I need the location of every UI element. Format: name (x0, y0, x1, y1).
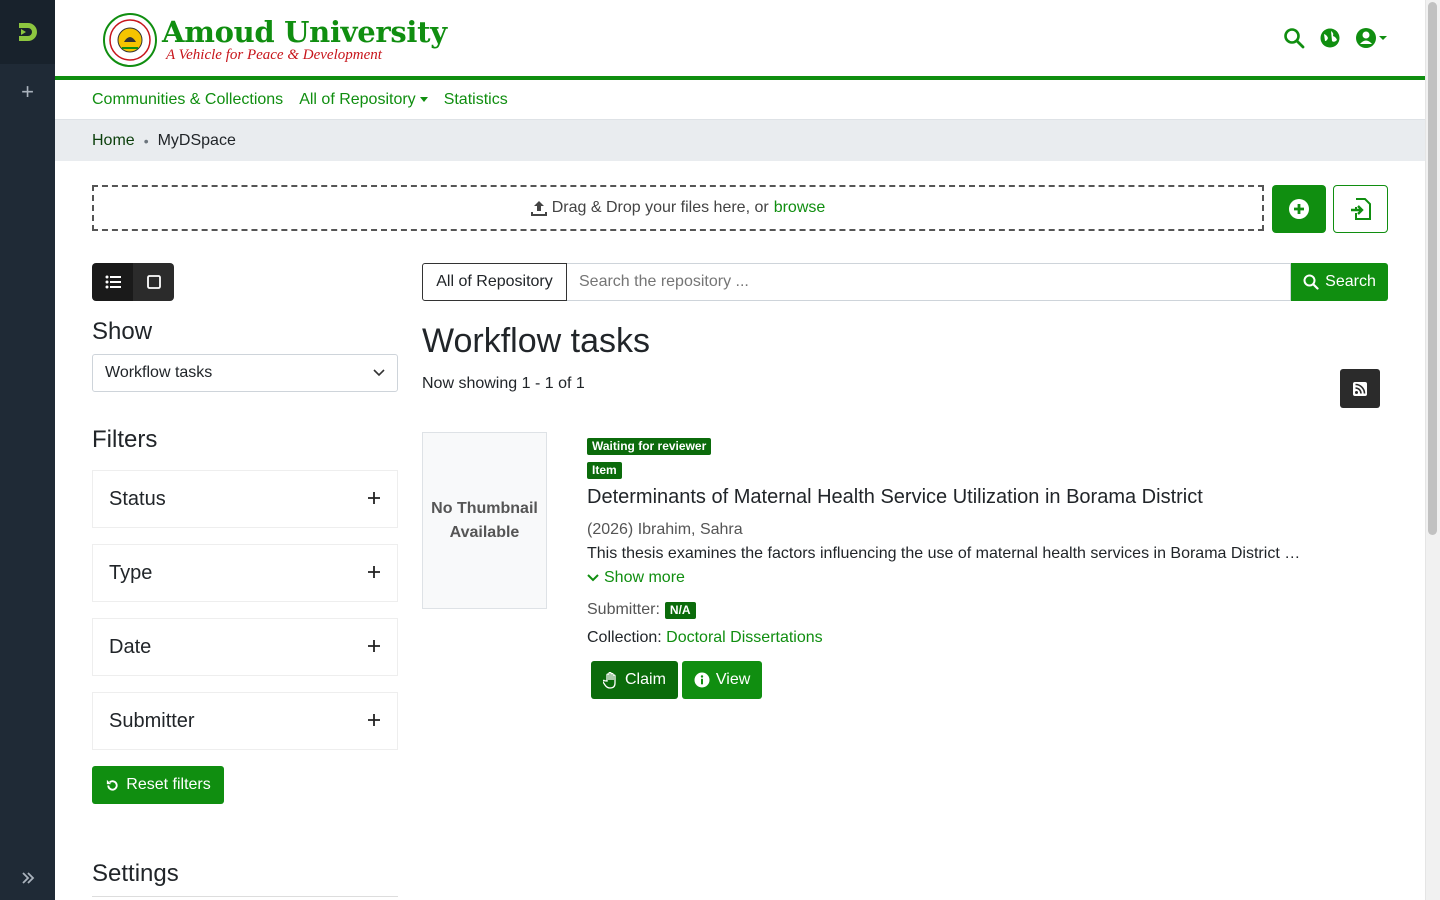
hand-icon (603, 671, 616, 689)
rss-icon (1353, 381, 1367, 396)
scrollbar-thumb[interactable] (1428, 2, 1437, 535)
search-button[interactable]: Search (1291, 263, 1388, 301)
logo-subtitle: A Vehicle for Peace & Development (166, 47, 382, 63)
upload-icon (530, 201, 547, 216)
dspace-logo-icon[interactable] (0, 0, 55, 64)
search-icon[interactable] (1283, 27, 1305, 49)
submitter-badge: N/A (664, 601, 696, 619)
site-header: Amoud University A Vehicle for Peace & D… (55, 0, 1425, 80)
facet-submitter[interactable]: Submitter (92, 692, 398, 750)
new-submission-button[interactable] (1272, 185, 1326, 233)
divider (92, 896, 398, 897)
file-dropzone[interactable]: Drag & Drop your files here, or browse (92, 185, 1264, 231)
facet-label: Date (109, 635, 152, 658)
search-input[interactable] (567, 263, 1291, 301)
filters-heading: Filters (92, 426, 158, 453)
reset-icon (107, 779, 118, 791)
chevron-down-icon (419, 97, 428, 102)
reset-filters-button[interactable]: Reset filters (92, 766, 224, 804)
search-form: All of Repository Search (422, 263, 1388, 301)
item-collection: Collection: Doctoral Dissertations (587, 629, 1347, 647)
show-heading: Show (92, 318, 153, 345)
facet-label: Status (109, 487, 166, 510)
plus-icon[interactable] (367, 636, 381, 659)
search-sidebar: Show Workflow tasks Filters Status Type … (92, 318, 398, 804)
nav-statistics[interactable]: Statistics (444, 91, 508, 109)
grid-view-button[interactable] (133, 263, 174, 301)
nav-all-of-repository[interactable]: All of Repository (299, 91, 428, 109)
breadcrumb: Home • MyDSpace (55, 120, 1425, 161)
search-icon (1303, 274, 1319, 290)
university-seal-icon (103, 13, 157, 67)
claim-button[interactable]: Claim (591, 661, 678, 699)
show-select-value: Workflow tasks (105, 364, 213, 381)
facet-type[interactable]: Type (92, 544, 398, 602)
square-icon (146, 275, 161, 289)
dropzone-text: Drag & Drop your files here, or (551, 199, 769, 216)
results-count: Now showing 1 - 1 of 1 (422, 375, 585, 392)
reset-filters-label: Reset filters (126, 776, 211, 793)
submitter-label: Submitter: (587, 601, 660, 618)
nav-all-of-repository-label: All of Repository (299, 90, 416, 108)
results-heading: Workflow tasks (422, 322, 650, 360)
settings-heading: Settings (92, 860, 179, 887)
list-icon (105, 275, 121, 289)
item-title[interactable]: Determinants of Maternal Health Service … (587, 485, 1347, 509)
facet-label: Submitter (109, 709, 195, 732)
user-menu-icon[interactable] (1355, 27, 1387, 49)
breadcrumb-separator: • (143, 132, 149, 149)
nav-communities-collections[interactable]: Communities & Collections (92, 91, 283, 109)
plus-icon[interactable] (367, 562, 381, 585)
collection-link[interactable]: Doctoral Dissertations (666, 629, 823, 646)
file-import-icon (1350, 198, 1371, 220)
plus-circle-icon (1289, 199, 1309, 219)
result-item: Waiting for reviewer Item Determinants o… (587, 437, 1347, 699)
status-badge: Waiting for reviewer (587, 438, 712, 455)
collection-label: Collection: (587, 629, 662, 646)
language-globe-icon[interactable] (1319, 27, 1341, 49)
expand-sidebar-icon[interactable] (0, 870, 55, 886)
facet-status[interactable]: Status (92, 470, 398, 528)
admin-sidebar: + (0, 0, 55, 900)
view-mode-toggle (92, 263, 174, 301)
chevron-down-icon (587, 574, 599, 582)
add-icon[interactable]: + (0, 64, 55, 120)
info-icon (694, 672, 710, 688)
item-thumbnail-placeholder: No Thumbnail Available (422, 432, 547, 609)
view-button[interactable]: View (681, 661, 763, 699)
import-button[interactable] (1333, 185, 1388, 233)
breadcrumb-home[interactable]: Home (92, 132, 135, 150)
browse-link[interactable]: browse (774, 199, 826, 217)
facet-date[interactable]: Date (92, 618, 398, 676)
view-label: View (715, 671, 751, 688)
type-badge: Item (587, 462, 622, 479)
item-date-author: (2026) Ibrahim, Sahra (587, 521, 743, 538)
logo-title: Amoud University (162, 15, 447, 49)
plus-icon[interactable] (367, 488, 381, 511)
facet-label: Type (109, 561, 153, 584)
show-more-label: Show more (604, 569, 685, 586)
scrollbar[interactable] (1425, 0, 1440, 900)
rss-feed-button[interactable] (1340, 369, 1380, 408)
main-navigation: Communities & Collections All of Reposit… (55, 80, 1425, 120)
claim-label: Claim (625, 671, 666, 688)
main-content: Amoud University A Vehicle for Peace & D… (55, 0, 1425, 900)
breadcrumb-current: MyDSpace (157, 131, 236, 149)
item-actions: Claim View (591, 661, 1347, 699)
search-button-label: Search (1325, 273, 1376, 290)
list-view-button[interactable] (92, 263, 133, 301)
show-select[interactable]: Workflow tasks (92, 354, 398, 392)
site-logo[interactable]: Amoud University A Vehicle for Peace & D… (102, 12, 447, 68)
plus-icon[interactable] (367, 710, 381, 733)
item-abstract: This thesis examines the factors influen… (587, 545, 1303, 562)
item-submitter: Submitter: N/A (587, 601, 1347, 619)
show-more-link[interactable]: Show more (587, 569, 1347, 587)
chevron-down-icon (373, 369, 385, 377)
search-scope-button[interactable]: All of Repository (422, 263, 567, 301)
